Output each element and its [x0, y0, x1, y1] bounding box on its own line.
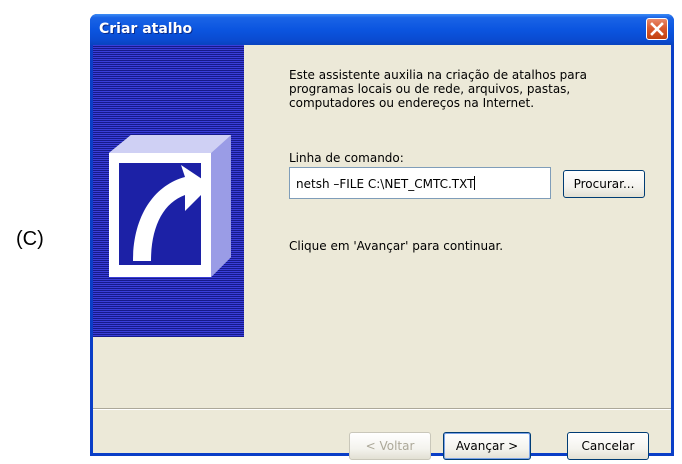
close-icon: [650, 22, 664, 36]
browse-button[interactable]: Procurar...: [563, 170, 645, 198]
back-button[interactable]: < Voltar: [349, 432, 431, 460]
cancel-button[interactable]: Cancelar: [567, 432, 649, 460]
footer-separator: [93, 408, 671, 410]
shortcut-arrow-icon: [109, 135, 231, 277]
text-caret: [474, 176, 476, 190]
create-shortcut-dialog: Criar atalho Este assistente auxilia na …: [90, 14, 674, 460]
command-line-value: netsh –FILE C:\NET_CMTC.TXT: [296, 177, 475, 191]
command-line-label: Linha de comando:: [289, 151, 404, 165]
window-title: Criar atalho: [99, 21, 193, 37]
continue-hint: Clique em 'Avançar' para continuar.: [289, 239, 504, 253]
wizard-description: Este assistente auxilia na criação de at…: [289, 68, 587, 110]
wizard-banner: [93, 45, 244, 337]
title-bar[interactable]: Criar atalho: [90, 14, 674, 45]
figure-label: (C): [16, 228, 44, 250]
command-line-input[interactable]: netsh –FILE C:\NET_CMTC.TXT: [289, 167, 551, 199]
close-button[interactable]: [646, 18, 668, 40]
next-button[interactable]: Avançar >: [443, 432, 531, 460]
wizard-content: Este assistente auxilia na criação de at…: [289, 68, 659, 110]
dialog-body: Este assistente auxilia na criação de at…: [93, 45, 671, 460]
